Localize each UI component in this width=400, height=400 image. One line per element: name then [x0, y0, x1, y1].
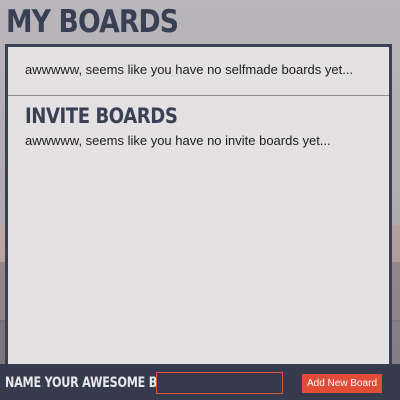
- page-title: MY BOARDS: [6, 4, 179, 40]
- selfmade-boards-section: awwwww, seems like you have no selfmade …: [8, 47, 389, 96]
- board-name-input[interactable]: [156, 372, 283, 394]
- boards-panel: awwwww, seems like you have no selfmade …: [5, 44, 392, 364]
- add-new-board-button[interactable]: Add New Board: [302, 374, 382, 393]
- invite-boards-heading: INVITE BOARDS: [25, 104, 178, 128]
- invite-empty-message: awwwww, seems like you have no invite bo…: [25, 133, 331, 148]
- selfmade-empty-message: awwwww, seems like you have no selfmade …: [25, 62, 354, 77]
- new-board-bar: NAME YOUR AWESOME BOARD: Add New Board: [0, 364, 400, 400]
